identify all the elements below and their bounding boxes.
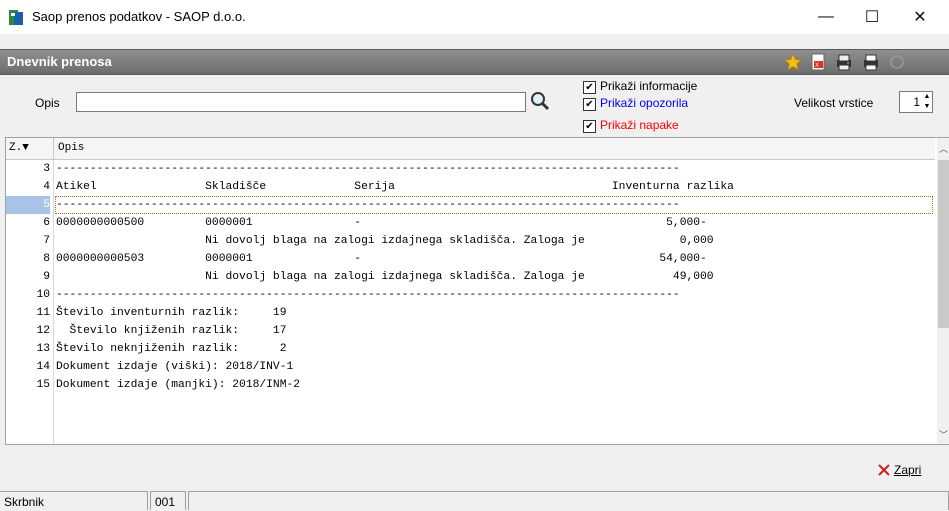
svg-text:X: X — [815, 63, 819, 69]
minimize-button[interactable]: — — [803, 0, 849, 34]
window-title: Saop prenos podatkov - SAOP d.o.o. — [32, 9, 246, 24]
close-x-icon — [878, 464, 890, 476]
row-text: ----------------------------------------… — [56, 163, 680, 175]
zapri-button[interactable]: Zapri — [877, 460, 921, 480]
row-number: 12 — [36, 325, 50, 337]
close-button[interactable]: ✕ — [897, 0, 943, 34]
status-extra — [188, 491, 949, 510]
row-text: Dokument izdaje (manjki): 2018/INM-2 — [56, 379, 301, 391]
app-icon — [9, 10, 23, 25]
velikost-vrstice-stepper[interactable]: 1 ▲ ▼ — [899, 91, 933, 113]
log-grid[interactable]: Z.▼ Opis 3 ------------------------------… — [5, 137, 949, 445]
scroll-up-icon[interactable]: ︿ — [937, 142, 949, 156]
table-row[interactable]: 6 0000000000500 0000001 - 5,000- — [6, 214, 935, 232]
scroll-down-icon[interactable]: ﹀ — [937, 428, 949, 442]
opis-search-input[interactable] — [76, 92, 526, 112]
sort-desc-icon: ▼ — [22, 142, 29, 154]
prikazi-napake-checkbox[interactable]: ✔ — [583, 120, 596, 133]
row-text: Ni dovolj blaga na zalogi izdajnega skla… — [56, 235, 714, 247]
spin-icon[interactable]: ▲ ▼ — [922, 92, 932, 112]
row-number: 14 — [36, 361, 50, 373]
row-text: Atikel Skladišče Serija Inventurna razli… — [56, 181, 734, 193]
row-number: 6 — [43, 217, 50, 229]
column-header-z[interactable]: Z.▼ — [9, 142, 29, 154]
row-text: Število knjiženih razlik: 17 — [56, 325, 287, 337]
print-icon[interactable] — [862, 53, 880, 71]
table-row[interactable]: 9 Ni dovolj blaga na zalogi izdajnega sk… — [6, 268, 935, 286]
table-row[interactable]: 12 Število knjiženih razlik: 17 — [6, 322, 935, 340]
table-row[interactable]: 14 Dokument izdaje (viški): 2018/INV-1 — [6, 358, 935, 376]
row-number: 8 — [43, 253, 50, 265]
row-number: 7 — [43, 235, 50, 247]
table-row[interactable]: 7 Ni dovolj blaga na zalogi izdajnega sk… — [6, 232, 935, 250]
disabled-tool-icon — [890, 55, 904, 69]
row-text: ----------------------------------------… — [55, 196, 933, 214]
opis-label: Opis — [35, 96, 60, 110]
zapri-label: Zapri — [894, 463, 922, 477]
row-number: 3 — [43, 163, 50, 175]
row-number: 11 — [36, 307, 50, 319]
section-title: Dnevnik prenosa — [7, 54, 112, 69]
table-row[interactable]: 11 Število inventurnih razlik: 19 — [6, 304, 935, 322]
scrollbar-thumb[interactable] — [938, 160, 949, 328]
row-number: 13 — [36, 343, 50, 355]
velikost-vrstice-value: 1 — [913, 95, 920, 109]
row-text: Ni dovolj blaga na zalogi izdajnega skla… — [56, 271, 714, 283]
row-number: 4 — [43, 181, 50, 193]
table-row[interactable]: 15 Dokument izdaje (manjki): 2018/INM-2 — [6, 376, 935, 394]
star-icon[interactable] — [784, 53, 802, 71]
prikazi-opozorila-checkbox[interactable]: ✔ — [583, 98, 596, 111]
table-row[interactable]: 4 Atikel Skladišče Serija Inventurna razl… — [6, 178, 935, 196]
search-icon[interactable] — [528, 89, 552, 113]
table-row[interactable]: 13 Število neknjiženih razlik: 2 — [6, 340, 935, 358]
row-text: Dokument izdaje (viški): 2018/INV-1 — [56, 361, 294, 373]
title-bar: Saop prenos podatkov - SAOP d.o.o. — ☐ ✕ — [0, 0, 949, 34]
column-header-opis[interactable]: Opis — [58, 142, 84, 154]
pdf-export-icon[interactable]: X — [809, 53, 827, 71]
maximize-button[interactable]: ☐ — [849, 0, 895, 34]
grid-rows: 3 ---------------------------------------… — [6, 160, 935, 394]
row-text: 0000000000500 0000001 - 5,000- — [56, 217, 707, 229]
row-text: Število inventurnih razlik: 19 — [56, 307, 287, 319]
column-divider — [53, 138, 54, 159]
row-text: Število neknjiženih razlik: 2 — [56, 343, 287, 355]
row-number: 5 — [6, 196, 50, 214]
table-row[interactable]: 3 ---------------------------------------… — [6, 160, 935, 178]
row-text: 0000000000503 0000001 - 54,000- — [56, 253, 707, 265]
status-bar: Skrbnik 001 — [0, 488, 949, 511]
filter-panel: Opis ✔ Prikaži informacije ✔ Prikaži opo… — [0, 74, 949, 134]
row-number: 10 — [36, 289, 50, 301]
table-row[interactable]: 8 0000000000503 0000001 - 54,000- — [6, 250, 935, 268]
table-row[interactable]: 10 --------------------------------------… — [6, 286, 935, 304]
prikazi-napake-label: Prikaži napake — [600, 118, 679, 132]
table-row[interactable]: 5 ---------------------------------------… — [6, 196, 935, 214]
prikazi-informacije-label: Prikaži informacije — [600, 79, 698, 93]
prikazi-informacije-checkbox[interactable]: ✔ — [583, 81, 596, 94]
vertical-scrollbar[interactable]: ︿ ﹀ — [937, 138, 949, 444]
velikost-vrstice-label: Velikost vrstice — [794, 96, 874, 110]
section-header: Dnevnik prenosa X — [0, 49, 949, 75]
row-number: 15 — [36, 379, 50, 391]
status-code: 001 — [150, 491, 186, 510]
row-number: 9 — [43, 271, 50, 283]
grid-header: Z.▼ Opis — [6, 138, 935, 160]
status-user: Skrbnik — [0, 491, 148, 510]
print-preview-icon[interactable] — [835, 53, 853, 71]
prikazi-opozorila-label: Prikaži opozorila — [600, 96, 689, 110]
row-text: ----------------------------------------… — [56, 289, 680, 301]
